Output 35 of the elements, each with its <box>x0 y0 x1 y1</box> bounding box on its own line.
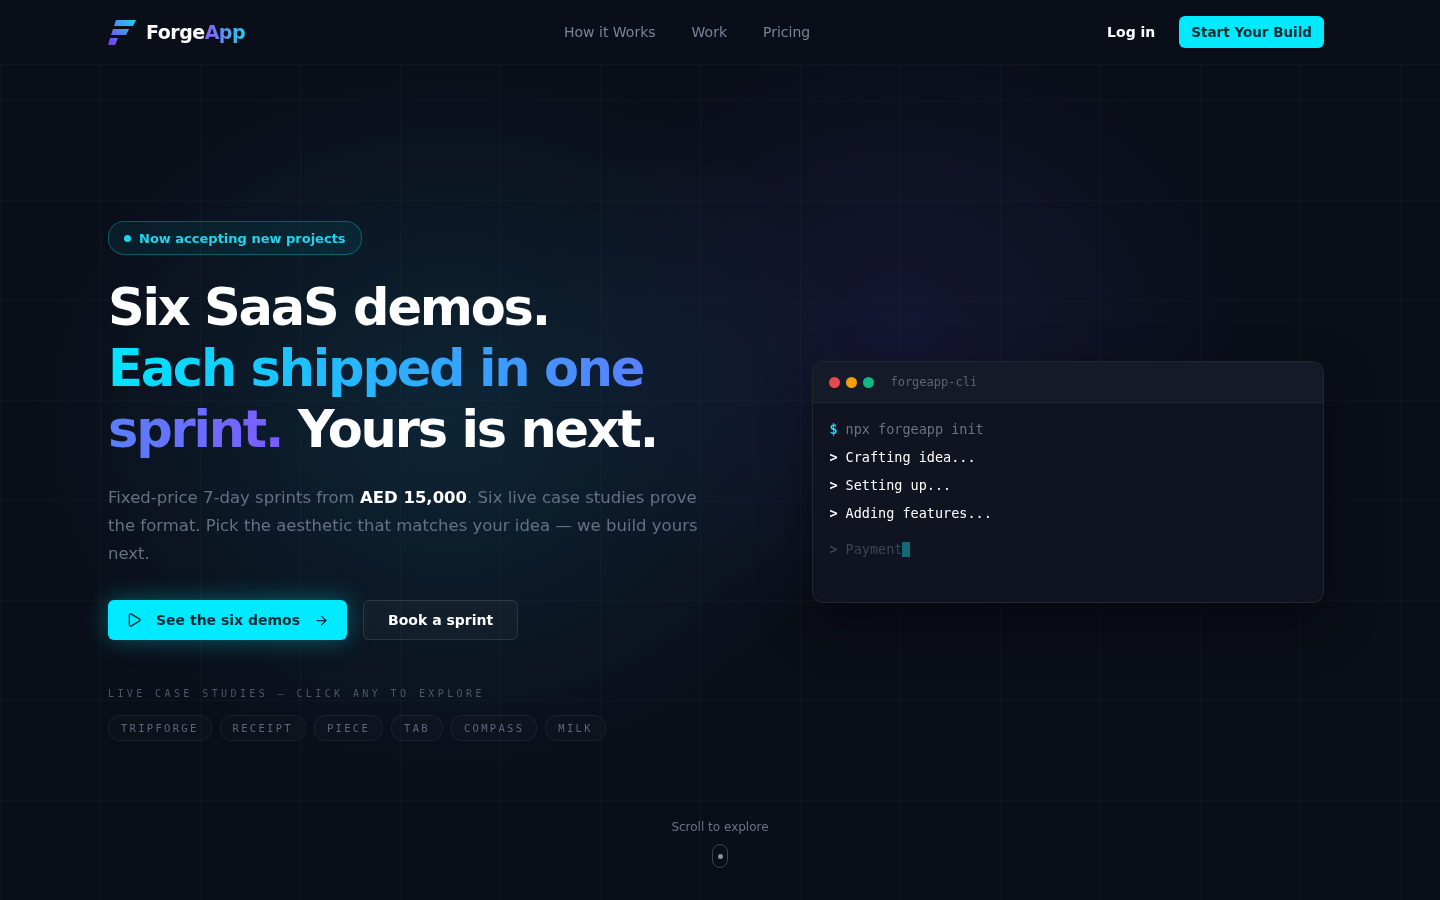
play-icon <box>126 612 142 628</box>
prompt-symbol: > <box>829 476 838 495</box>
status-badge: Now accepting new projects <box>108 221 362 255</box>
book-sprint-button[interactable]: Book a sprint <box>363 600 519 640</box>
terminal-line: npx forgeapp init <box>845 420 984 439</box>
logo-icon <box>108 18 138 46</box>
nav-link[interactable]: Pricing <box>763 24 811 40</box>
cursor-icon <box>902 541 911 557</box>
prompt-symbol: $ <box>829 420 838 439</box>
case-study-chip[interactable]: MILK <box>545 715 606 741</box>
start-build-button[interactable]: Start Your Build <box>1179 16 1324 48</box>
case-studies-label: LIVE CASE STUDIES — CLICK ANY TO EXPLORE <box>108 688 485 699</box>
scroll-hint: Scroll to explore <box>671 820 769 834</box>
prompt-symbol: > <box>829 540 838 559</box>
hero-description: Fixed-price 7-day sprints from AED 15,000. Six live case studies prove the format. Pick the aesthetic that matches your idea — we build yours next. <box>108 487 699 565</box>
case-study-chip[interactable]: PIECE <box>313 715 384 741</box>
see-demos-button[interactable]: See the six demos <box>108 600 348 640</box>
login-link[interactable]: Log in <box>1107 24 1156 40</box>
case-study-chip[interactable]: COMPASS <box>450 715 538 741</box>
case-study-chip[interactable]: RECEIPT <box>219 715 306 741</box>
arrow-right-icon <box>314 612 330 628</box>
brand-name[interactable]: ForgeApp <box>146 21 246 43</box>
case-study-chip[interactable]: TAB <box>391 715 443 741</box>
terminal-title: forgeapp-cli <box>890 375 978 389</box>
maximize-dot-icon <box>863 376 875 388</box>
close-dot-icon <box>829 376 841 388</box>
minimize-dot-icon <box>846 376 858 388</box>
prompt-symbol: > <box>829 448 838 467</box>
nav-link[interactable]: How it Works <box>564 24 656 40</box>
terminal-line: Adding features... <box>845 504 992 523</box>
nav-link[interactable]: Work <box>691 24 728 40</box>
case-study-chip[interactable]: TRIPFORGE <box>108 715 212 741</box>
terminal-line: Setting up... <box>845 476 952 495</box>
prompt-symbol: > <box>829 504 838 523</box>
terminal-line: Crafting idea... <box>845 448 976 467</box>
